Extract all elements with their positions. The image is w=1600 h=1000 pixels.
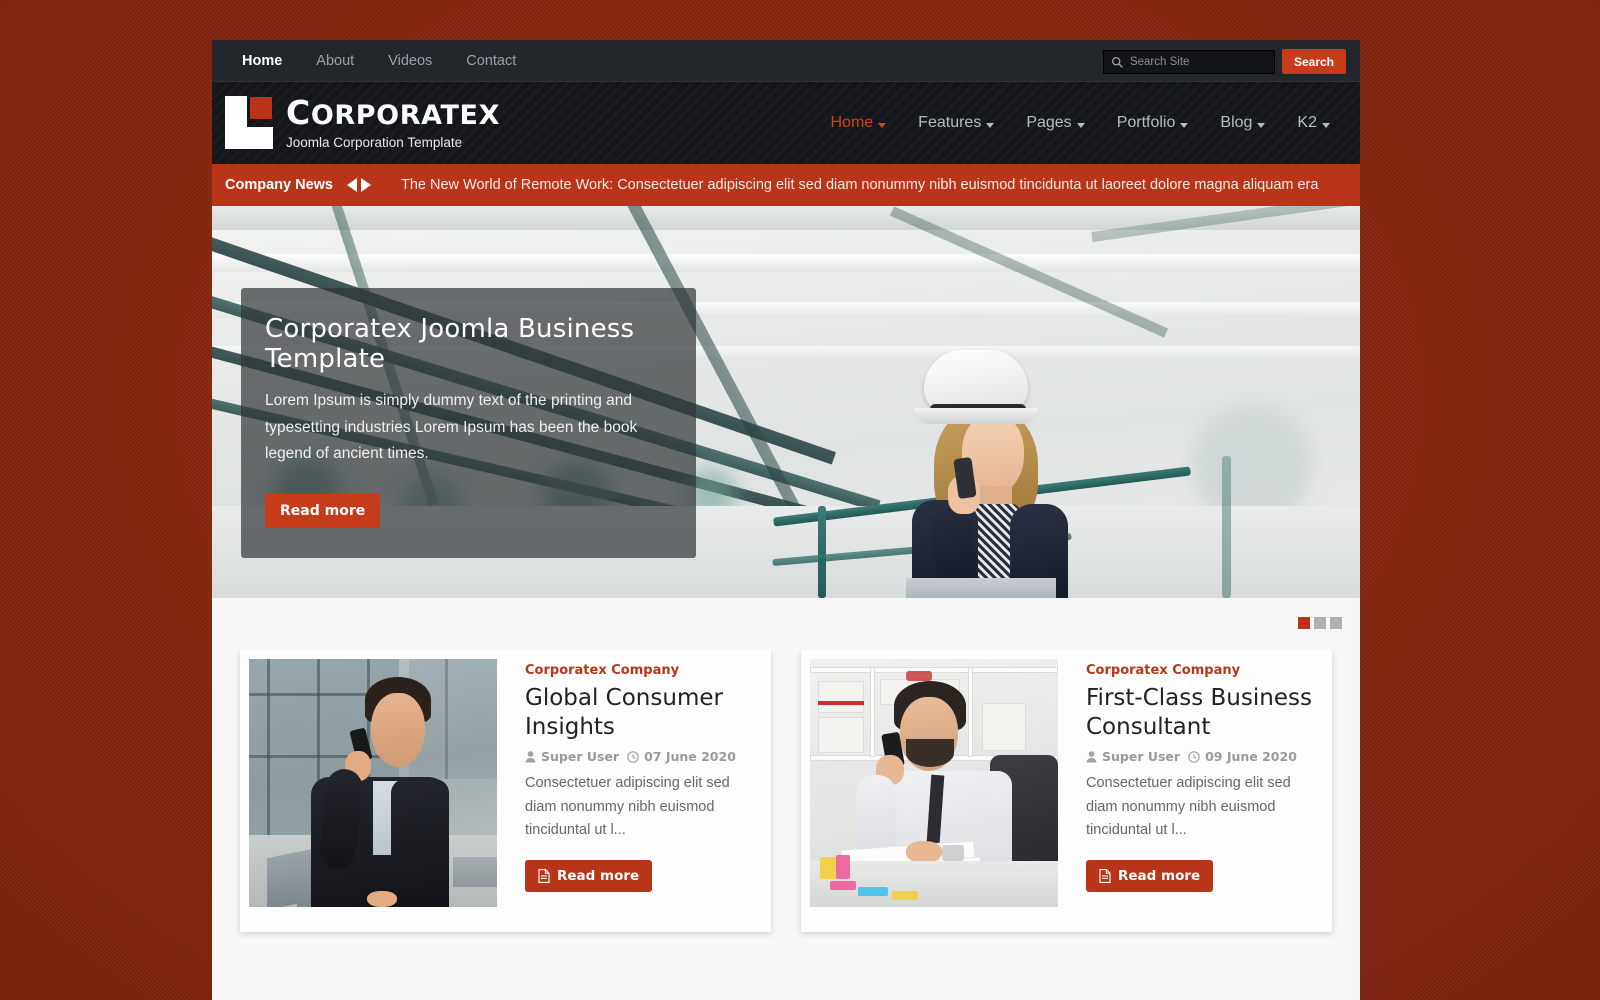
card-intro-2: Consectetuer adipiscing elit sed diam no…	[1086, 775, 1291, 839]
card-date-2: 09 June 2020	[1188, 749, 1297, 764]
mainnav-item-blog[interactable]: Blog	[1204, 114, 1281, 132]
card-read-more-button-2[interactable]: Read more	[1086, 859, 1214, 892]
card-date-1: 07 June 2020	[627, 749, 736, 764]
mainnav-item-pages[interactable]: Pages	[1010, 114, 1100, 132]
article-cards: Corporatex Company Global Consumer Insig…	[212, 650, 1360, 932]
top-bar: Home About Videos Contact Search	[212, 40, 1360, 82]
slider-pagination	[1298, 617, 1342, 629]
topnav-item-home[interactable]: Home	[225, 40, 299, 82]
mainnav-item-home[interactable]: Home	[814, 114, 902, 132]
search-area: Search	[1102, 49, 1346, 74]
mainnav-item-features[interactable]: Features	[902, 114, 1010, 132]
card-author-1: Super User	[525, 749, 619, 764]
pager-dot-1[interactable]	[1298, 617, 1310, 629]
search-box[interactable]	[1102, 49, 1275, 74]
chevron-down-icon	[878, 122, 887, 128]
search-icon	[1111, 56, 1123, 68]
chevron-down-icon	[1257, 122, 1266, 128]
card-intro-1: Consectetuer adipiscing elit sed diam no…	[525, 775, 730, 839]
card-read-more-button-1[interactable]: Read more	[525, 859, 653, 892]
triangle-left-icon[interactable]	[346, 178, 357, 192]
hero-read-more-button[interactable]: Read more	[265, 493, 381, 528]
site-page: Home About Videos Contact Search Site Se…	[212, 40, 1360, 1000]
chevron-down-icon	[1322, 122, 1330, 128]
search-button[interactable]: Search	[1281, 49, 1346, 74]
hero-text: Lorem Ipsum is simply dummy text of the …	[265, 392, 638, 463]
card-title-2[interactable]: First-Class Business Consultant	[1086, 684, 1317, 742]
brand-name: CORPORATEX	[286, 93, 500, 133]
chevron-down-icon	[986, 122, 995, 128]
mainnav-item-k2[interactable]: K2	[1281, 114, 1346, 132]
main-navigation: Home Features Pages Portfolio Blog K2	[814, 82, 1346, 164]
card-first-class-business-consultant[interactable]: Corporatex Company First-Class Business …	[801, 650, 1332, 932]
card-kicker-1: Corporatex Company	[525, 663, 680, 678]
ticker-headline[interactable]: The New World of Remote Work: Consectetu…	[401, 177, 1318, 193]
chevron-down-icon	[1076, 122, 1085, 128]
brand[interactable]: CORPORATEX Joomla Corporation Template	[225, 93, 500, 150]
card-meta-1: Super User 07 June 2020	[525, 749, 756, 764]
card-global-consumer-insights[interactable]: Corporatex Company Global Consumer Insig…	[240, 650, 771, 932]
card-image-2	[810, 659, 1058, 907]
topnav-item-about[interactable]: About	[299, 40, 371, 82]
clock-icon	[627, 751, 639, 763]
hero-title: Corporatex Joomla Business Template	[265, 314, 635, 374]
ticker-controls	[346, 178, 371, 192]
hero-slider: Corporatex Joomla Business Template Lore…	[212, 206, 1360, 598]
card-image-1	[249, 659, 497, 907]
document-icon	[538, 868, 550, 883]
search-input[interactable]	[1103, 50, 1274, 73]
card-title-1[interactable]: Global Consumer Insights	[525, 684, 756, 742]
topnav-item-contact[interactable]: Contact	[449, 40, 533, 82]
mainnav-item-portfolio[interactable]: Portfolio	[1101, 114, 1205, 132]
chevron-down-icon	[1180, 122, 1189, 128]
triangle-right-icon[interactable]	[360, 178, 371, 192]
user-icon	[525, 751, 536, 763]
top-navigation: Home About Videos Contact	[225, 40, 533, 82]
clock-icon	[1188, 751, 1200, 763]
card-meta-2: Super User 09 June 2020	[1086, 749, 1317, 764]
pager-dot-2[interactable]	[1314, 617, 1326, 629]
pager-dot-3[interactable]	[1330, 617, 1342, 629]
hero-caption: Corporatex Joomla Business Template Lore…	[241, 288, 696, 558]
news-ticker: Company News The New World of Remote Wor…	[212, 164, 1360, 206]
topnav-item-videos[interactable]: Videos	[371, 40, 449, 82]
corporatex-logo-mark-icon	[225, 96, 273, 150]
slider-pager-area	[212, 598, 1360, 650]
document-icon	[1099, 868, 1111, 883]
card-kicker-2: Corporatex Company	[1086, 663, 1241, 678]
card-author-2: Super User	[1086, 749, 1180, 764]
ticker-label: Company News	[225, 177, 333, 193]
user-icon	[1086, 751, 1097, 763]
brand-tagline: Joomla Corporation Template	[286, 134, 463, 150]
site-header: CORPORATEX Joomla Corporation Template H…	[212, 82, 1360, 164]
